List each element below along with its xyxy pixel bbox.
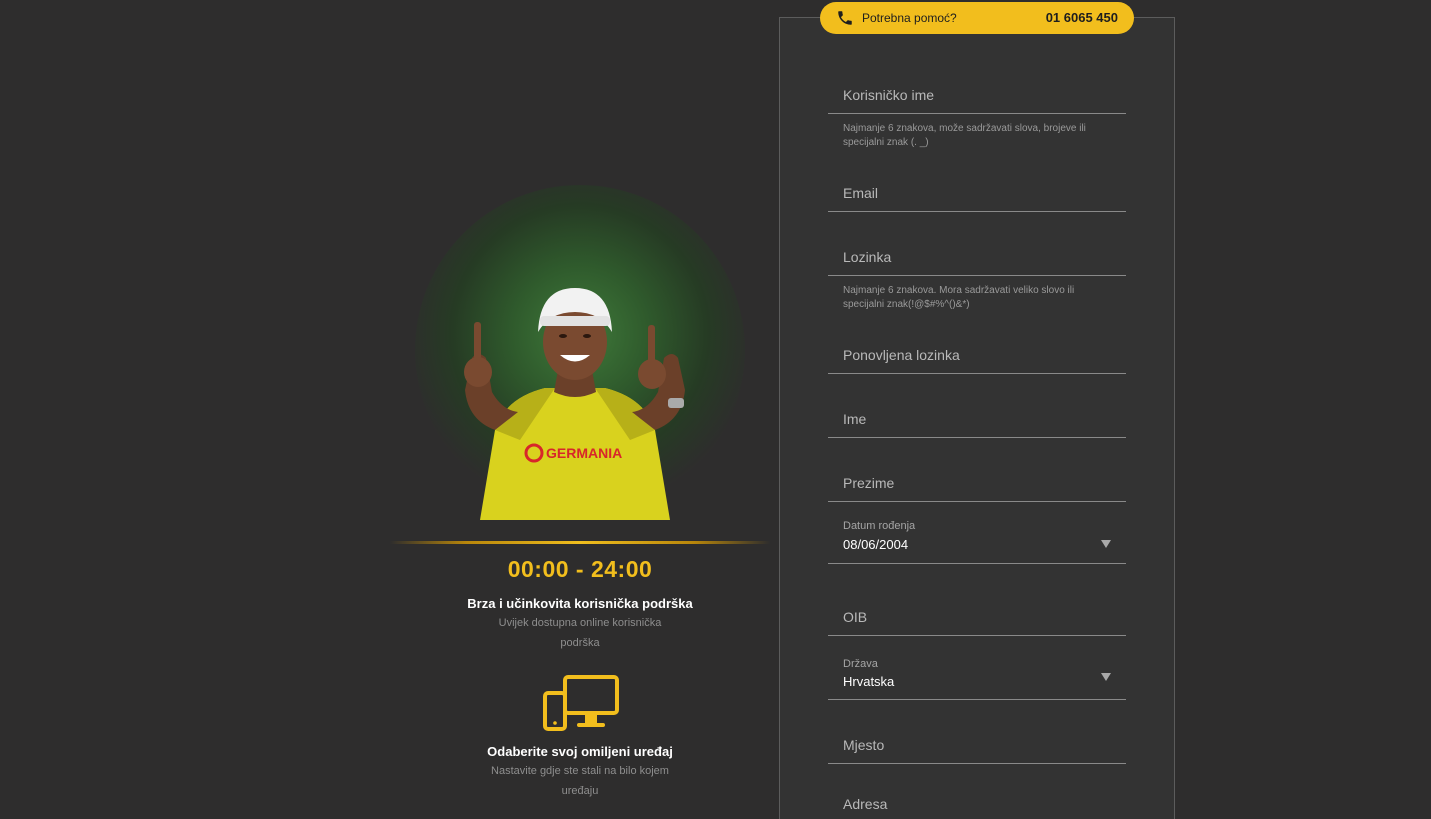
- oib-field: [828, 592, 1126, 636]
- dropdown-arrow-icon[interactable]: [1101, 540, 1111, 548]
- first-name-input[interactable]: [828, 411, 1123, 427]
- country-select[interactable]: Država Hrvatska: [828, 658, 1126, 700]
- feature-support-title: Brza i učinkovita korisnička podrška: [467, 596, 693, 611]
- username-field: [828, 70, 1126, 114]
- oib-input[interactable]: [828, 609, 1123, 625]
- password-input[interactable]: [828, 249, 1123, 265]
- last-name-input[interactable]: [828, 475, 1123, 491]
- city-field: [828, 720, 1126, 764]
- devices-icon: [543, 675, 619, 731]
- phone-icon: [838, 11, 852, 25]
- birthdate-value: 08/06/2004: [843, 537, 909, 552]
- gold-divider: [390, 541, 770, 544]
- birthdate-label: Datum rođenja: [843, 520, 916, 532]
- email-field: [828, 168, 1126, 212]
- support-hours: 00:00 - 24:00: [507, 556, 653, 582]
- address-input[interactable]: [828, 796, 1123, 812]
- city-input[interactable]: [828, 737, 1123, 753]
- username-input[interactable]: [828, 87, 1123, 103]
- birthdate-select[interactable]: Datum rođenja 08/06/2004: [828, 520, 1126, 564]
- help-phone-number[interactable]: 01 6065 450: [1046, 10, 1118, 25]
- hero-athlete-image: GERMANIA: [464, 288, 685, 520]
- country-label: Država: [843, 658, 878, 670]
- dropdown-arrow-icon[interactable]: [1101, 673, 1111, 681]
- password-hint: Najmanje 6 znakova. Mora sadržavati veli…: [843, 285, 1075, 310]
- registration-page: GERMANIA 00:00 - 24:00 Brza i učinkovita…: [0, 0, 1431, 819]
- hero-logo-text: GERMANIA: [546, 445, 622, 461]
- feature-device-desc: Nastavite gdje ste stali na bilo kojem u…: [491, 765, 669, 797]
- country-value: Hrvatska: [843, 674, 895, 689]
- first-name-field: [828, 394, 1126, 438]
- help-bar[interactable]: Potrebna pomoć? 01 6065 450: [820, 2, 1134, 34]
- email-input[interactable]: [828, 185, 1123, 201]
- address-field: [828, 784, 1126, 814]
- username-hint: Najmanje 6 znakova, može sadržavati slov…: [843, 123, 1086, 148]
- last-name-field: [828, 458, 1126, 502]
- feature-device-title: Odaberite svoj omiljeni uređaj: [487, 744, 673, 759]
- password-repeat-field: [828, 330, 1126, 374]
- help-label: Potrebna pomoć?: [862, 11, 957, 25]
- password-repeat-input[interactable]: [828, 347, 1123, 363]
- feature-support-desc: Uvijek dostupna online korisnička podršk…: [498, 617, 662, 649]
- password-field: [828, 232, 1126, 276]
- promo-column: GERMANIA 00:00 - 24:00 Brza i učinkovita…: [390, 0, 770, 819]
